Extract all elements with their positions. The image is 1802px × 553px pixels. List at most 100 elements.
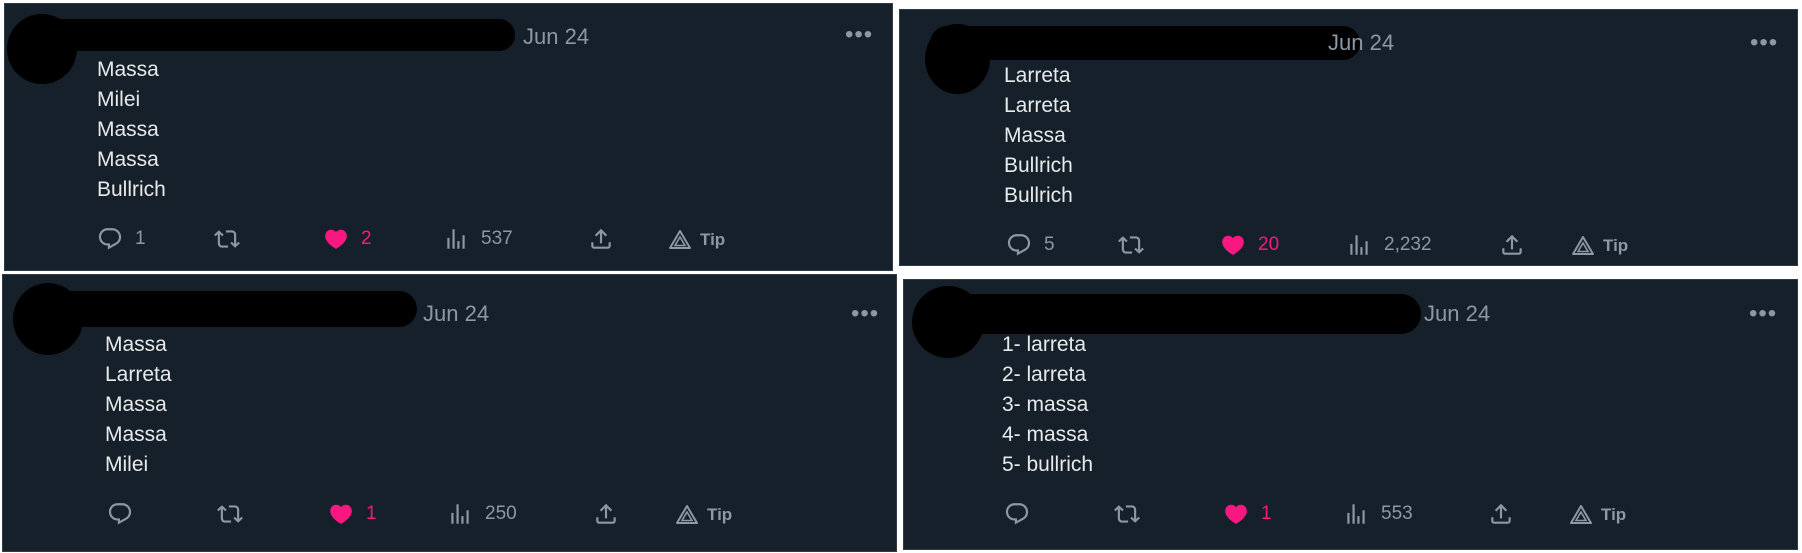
share-icon bbox=[1499, 232, 1525, 258]
tip-button[interactable]: Tip bbox=[1571, 234, 1628, 258]
tweet-text: Larreta Larreta Massa Bullrich Bullrich bbox=[1004, 61, 1073, 211]
views-button[interactable]: 250 bbox=[447, 501, 517, 527]
tweet-line: Bullrich bbox=[1004, 184, 1073, 207]
like-count: 1 bbox=[366, 503, 377, 524]
tweet-line: Milei bbox=[105, 453, 149, 476]
share-icon bbox=[593, 501, 619, 527]
tweet-text: Massa Larreta Massa Massa Milei bbox=[105, 330, 172, 480]
views-icon bbox=[447, 501, 473, 527]
more-options-icon[interactable]: ••• bbox=[1749, 302, 1777, 326]
tweet-line: 2- larreta bbox=[1002, 363, 1087, 386]
tweet-card-1[interactable]: Jun 24 ••• Massa Milei Massa Massa Bullr… bbox=[4, 3, 893, 271]
share-button[interactable] bbox=[1488, 501, 1514, 527]
more-options-icon[interactable]: ••• bbox=[1750, 31, 1778, 55]
tweet-line: 1- larreta bbox=[1002, 333, 1087, 356]
views-count: 2,232 bbox=[1384, 234, 1432, 255]
reply-icon bbox=[97, 226, 123, 252]
tweet-card-3[interactable]: Jun 24 ••• Massa Larreta Massa Massa Mil… bbox=[2, 274, 897, 552]
share-button[interactable] bbox=[1499, 232, 1525, 258]
tweet-date[interactable]: Jun 24 bbox=[1424, 301, 1490, 327]
retweet-icon bbox=[217, 501, 243, 527]
tweet-line: 3- massa bbox=[1002, 393, 1089, 416]
tweet-line: 5- bullrich bbox=[1002, 453, 1094, 476]
tweet-line: 4- massa bbox=[1002, 423, 1089, 446]
reply-button[interactable]: 5 bbox=[1006, 232, 1055, 258]
views-button[interactable]: 553 bbox=[1343, 501, 1413, 527]
views-count: 553 bbox=[1381, 503, 1413, 524]
tweet-line: Larreta bbox=[105, 363, 172, 386]
views-icon bbox=[443, 226, 469, 252]
tip-label: Tip bbox=[1603, 236, 1629, 255]
retweet-button[interactable] bbox=[217, 501, 255, 527]
tweet-line: Massa bbox=[105, 393, 167, 416]
tweet-line: Massa bbox=[105, 333, 167, 356]
reply-icon bbox=[1004, 501, 1030, 527]
heart-icon bbox=[1220, 232, 1246, 258]
heart-icon bbox=[1223, 501, 1249, 527]
reply-button[interactable] bbox=[1004, 501, 1042, 527]
retweet-icon bbox=[214, 226, 240, 252]
tweet-date[interactable]: Jun 24 bbox=[423, 301, 489, 327]
tip-label: Tip bbox=[707, 505, 733, 524]
tweet-line: Massa bbox=[97, 118, 159, 141]
tweet-line: Milei bbox=[97, 88, 141, 111]
like-count: 1 bbox=[1261, 503, 1272, 524]
heart-icon bbox=[323, 226, 349, 252]
views-count: 537 bbox=[481, 228, 513, 249]
like-count: 2 bbox=[361, 228, 372, 249]
tweet-text: 1- larreta 2- larreta 3- massa 4- massa … bbox=[1002, 330, 1093, 480]
reply-icon bbox=[107, 501, 133, 527]
tweet-line: Bullrich bbox=[1004, 154, 1073, 177]
tip-label: Tip bbox=[700, 230, 726, 249]
tweet-line: Massa bbox=[97, 58, 159, 81]
like-button[interactable]: 1 bbox=[328, 501, 377, 527]
tweet-text: Massa Milei Massa Massa Bullrich bbox=[97, 55, 166, 205]
redacted-username bbox=[17, 291, 417, 327]
tip-icon bbox=[1571, 234, 1595, 258]
tip-icon bbox=[1569, 503, 1593, 527]
reply-count: 1 bbox=[135, 228, 146, 249]
redacted-username bbox=[930, 26, 1360, 60]
reply-button[interactable]: 1 bbox=[97, 226, 146, 252]
share-icon bbox=[588, 226, 614, 252]
like-button[interactable]: 2 bbox=[323, 226, 372, 252]
share-icon bbox=[1488, 501, 1514, 527]
reply-count: 5 bbox=[1044, 234, 1055, 255]
reply-button[interactable] bbox=[107, 501, 145, 527]
heart-icon bbox=[328, 501, 354, 527]
views-icon bbox=[1346, 232, 1372, 258]
tip-button[interactable]: Tip bbox=[668, 228, 725, 252]
retweet-button[interactable] bbox=[1114, 501, 1152, 527]
tip-icon bbox=[675, 503, 699, 527]
retweet-icon bbox=[1118, 232, 1144, 258]
tweet-card-2[interactable]: Jun 24 ••• Larreta Larreta Massa Bullric… bbox=[899, 9, 1798, 266]
tweet-line: Massa bbox=[1004, 124, 1066, 147]
more-options-icon[interactable]: ••• bbox=[845, 23, 873, 47]
tweet-line: Larreta bbox=[1004, 64, 1071, 87]
tip-icon bbox=[668, 228, 692, 252]
share-button[interactable] bbox=[588, 226, 614, 252]
redacted-username bbox=[15, 19, 515, 51]
tip-button[interactable]: Tip bbox=[1569, 503, 1626, 527]
tip-label: Tip bbox=[1601, 505, 1627, 524]
like-button[interactable]: 1 bbox=[1223, 501, 1272, 527]
tweet-date[interactable]: Jun 24 bbox=[1328, 30, 1394, 56]
tweet-line: Massa bbox=[105, 423, 167, 446]
retweet-button[interactable] bbox=[214, 226, 252, 252]
tweet-card-4[interactable]: Jun 24 ••• 1- larreta 2- larreta 3- mass… bbox=[903, 279, 1798, 550]
tweet-line: Larreta bbox=[1004, 94, 1071, 117]
tweet-line: Bullrich bbox=[97, 178, 166, 201]
views-button[interactable]: 537 bbox=[443, 226, 513, 252]
tweet-date[interactable]: Jun 24 bbox=[523, 24, 589, 50]
tweet-line: Massa bbox=[97, 148, 159, 171]
reply-icon bbox=[1006, 232, 1032, 258]
like-count: 20 bbox=[1258, 234, 1280, 255]
redacted-username bbox=[918, 294, 1421, 334]
tip-button[interactable]: Tip bbox=[675, 503, 732, 527]
more-options-icon[interactable]: ••• bbox=[851, 302, 879, 326]
views-button[interactable]: 2,232 bbox=[1346, 232, 1432, 258]
retweet-button[interactable] bbox=[1118, 232, 1156, 258]
views-count: 250 bbox=[485, 503, 517, 524]
share-button[interactable] bbox=[593, 501, 619, 527]
like-button[interactable]: 20 bbox=[1220, 232, 1279, 258]
